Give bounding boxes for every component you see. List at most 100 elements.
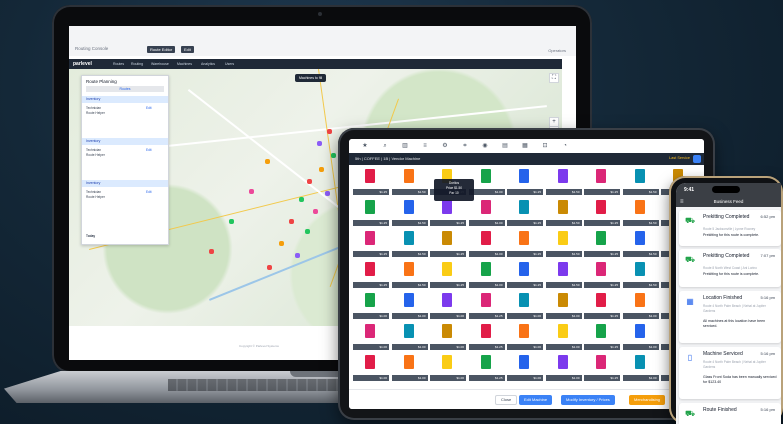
planogram-slot[interactable]: $1.25 bbox=[584, 229, 620, 257]
planogram-slot[interactable]: $1.50 bbox=[545, 260, 582, 288]
planogram-slot[interactable]: $1.25 bbox=[353, 198, 389, 226]
feed-card[interactable]: ▦ Location Finished 5:16 pm Route 4 Nort… bbox=[679, 291, 781, 343]
planogram-slot[interactable]: $1.25 bbox=[430, 198, 466, 226]
planogram-slot[interactable]: $1.25 bbox=[507, 198, 543, 226]
planogram-slot[interactable]: $1.25 bbox=[584, 322, 620, 350]
chart-icon[interactable]: ▥ bbox=[401, 142, 409, 150]
account-label[interactable]: Operators bbox=[548, 48, 566, 53]
planogram-slot[interactable]: $1.25 bbox=[468, 322, 505, 350]
planogram-slot[interactable]: $1.25 bbox=[468, 291, 505, 319]
map-pin[interactable] bbox=[265, 159, 270, 164]
planogram-slot[interactable]: $1.50 bbox=[622, 229, 659, 257]
route-edit-link[interactable]: Edit bbox=[146, 148, 152, 152]
planogram-slot[interactable]: $1.00 bbox=[353, 353, 389, 381]
tag-icon[interactable]: ⌗ bbox=[461, 142, 469, 150]
map-pin[interactable] bbox=[249, 189, 254, 194]
planogram-slot[interactable]: $1.50 bbox=[545, 167, 582, 195]
planogram-slot[interactable]: $1.25 bbox=[353, 167, 389, 195]
planogram-slot[interactable]: $1.25 bbox=[353, 229, 389, 257]
planogram-slot[interactable]: $1.00 bbox=[622, 322, 659, 350]
nav-users[interactable]: Users bbox=[225, 61, 234, 67]
planogram-slot[interactable]: $1.00 bbox=[391, 291, 428, 319]
lock-icon[interactable] bbox=[693, 155, 701, 163]
planogram-slot[interactable]: $1.00 bbox=[468, 260, 505, 288]
modify-inventory-button[interactable]: Modify Inventory / Prices bbox=[561, 395, 615, 405]
planogram-slot[interactable]: $1.00 bbox=[507, 291, 543, 319]
settings-icon[interactable]: ⚙ bbox=[441, 142, 449, 150]
planogram-slot[interactable]: $1.50 bbox=[391, 260, 428, 288]
route-section-header[interactable]: Inventory bbox=[82, 180, 168, 187]
map-pin[interactable] bbox=[327, 129, 332, 134]
planogram-slot[interactable]: $1.00 bbox=[507, 322, 543, 350]
planogram-slot[interactable]: $1.00 bbox=[545, 291, 582, 319]
nav-machines[interactable]: Machines bbox=[177, 61, 192, 67]
planogram-slot[interactable]: $1.00 bbox=[622, 291, 659, 319]
planogram-slot[interactable]: $1.25 bbox=[430, 229, 466, 257]
map-pin[interactable] bbox=[289, 219, 294, 224]
planogram-slot[interactable]: $1.25 bbox=[584, 353, 620, 381]
close-button[interactable]: Close bbox=[495, 395, 518, 405]
planogram-slot[interactable]: $1.50 bbox=[391, 229, 428, 257]
list-icon[interactable]: ≡ bbox=[421, 142, 429, 150]
planogram-slot[interactable]: $1.25 bbox=[507, 229, 543, 257]
planogram-slot[interactable]: $1.50 bbox=[545, 229, 582, 257]
planogram-slot[interactable]: $1.25 bbox=[430, 260, 466, 288]
route-section-header[interactable]: Inventory bbox=[82, 96, 168, 103]
route-edit-link[interactable]: Edit bbox=[146, 190, 152, 194]
planogram-slot[interactable]: $1.25 bbox=[507, 167, 543, 195]
planogram-slot[interactable]: $1.00 bbox=[468, 229, 505, 257]
planogram-slot[interactable]: $1.25 bbox=[584, 291, 620, 319]
map-pin[interactable] bbox=[331, 153, 336, 158]
planogram-slot[interactable]: $1.25 bbox=[507, 260, 543, 288]
search-icon[interactable]: ⌕ bbox=[381, 142, 389, 150]
planogram-slot[interactable]: $1.00 bbox=[391, 322, 428, 350]
planogram-slot[interactable]: $1.00 bbox=[430, 353, 466, 381]
nav-routing[interactable]: Routing bbox=[131, 61, 143, 67]
planogram-slot[interactable]: $1.25 bbox=[468, 353, 505, 381]
feed-card[interactable]: ⛟ Prekitting Completed 6:52 pm Route 5 J… bbox=[679, 210, 781, 246]
bell-icon[interactable]: ◔ bbox=[561, 142, 569, 150]
grid-icon[interactable]: ▦ bbox=[521, 142, 529, 150]
planogram-slot[interactable]: $1.00 bbox=[545, 322, 582, 350]
tab-routes[interactable]: Routes bbox=[86, 86, 164, 92]
map-pin[interactable] bbox=[319, 167, 324, 172]
planogram-slot[interactable]: $1.00 bbox=[468, 198, 505, 226]
map-pin[interactable] bbox=[317, 141, 322, 146]
planogram-slot[interactable]: $1.50 bbox=[391, 198, 428, 226]
planogram-slot[interactable]: $1.25 bbox=[584, 167, 620, 195]
map-pin[interactable] bbox=[267, 265, 272, 270]
planogram-slot[interactable]: $1.00 bbox=[430, 291, 466, 319]
merchandising-button[interactable]: Merchandising bbox=[629, 395, 666, 405]
planogram-slot[interactable]: $1.50 bbox=[622, 198, 659, 226]
feed-card[interactable]: ⛟ Prekitting Completed 7:07 pm Route 8 N… bbox=[679, 249, 781, 287]
logo[interactable]: parlevel bbox=[73, 60, 95, 68]
route-section-header[interactable]: Inventory bbox=[82, 138, 168, 145]
map-pin[interactable] bbox=[299, 197, 304, 202]
planogram-slot[interactable]: $1.00 bbox=[622, 353, 659, 381]
camera-icon[interactable]: ◉ bbox=[481, 142, 489, 150]
map-pin[interactable] bbox=[305, 229, 310, 234]
nav-analytics[interactable]: Analytics bbox=[201, 61, 215, 67]
planogram-slot[interactable]: $1.00 bbox=[545, 353, 582, 381]
planogram-slot[interactable]: $1.00 bbox=[353, 322, 389, 350]
map-pin[interactable] bbox=[307, 179, 312, 184]
planogram-slot[interactable]: $1.00 bbox=[353, 291, 389, 319]
planogram-slot[interactable]: $1.00 bbox=[507, 353, 543, 381]
planogram-slot[interactable]: $1.50 bbox=[622, 167, 659, 195]
planogram-slot[interactable]: $1.50 bbox=[391, 167, 428, 195]
nav-routes[interactable]: Routes bbox=[113, 61, 124, 67]
print-icon[interactable]: ▤ bbox=[501, 142, 509, 150]
planogram-slot[interactable]: $1.50 bbox=[545, 198, 582, 226]
edit-button[interactable]: Edit bbox=[181, 46, 194, 53]
planogram-slot[interactable]: $1.00 bbox=[391, 353, 428, 381]
planogram-slot[interactable]: $1.00 bbox=[430, 322, 466, 350]
map-pin[interactable] bbox=[313, 209, 318, 214]
route-editor-button[interactable]: Route Editor bbox=[147, 46, 176, 53]
map-pin[interactable] bbox=[325, 191, 330, 196]
lock-icon[interactable]: ⊡ bbox=[541, 142, 549, 150]
home-icon[interactable]: ★ bbox=[361, 142, 369, 150]
nav-warehouse[interactable]: Warehouse bbox=[151, 61, 169, 67]
map-pin[interactable] bbox=[279, 241, 284, 246]
map-pin[interactable] bbox=[295, 253, 300, 258]
planogram-slot[interactable]: $1.25 bbox=[584, 260, 620, 288]
